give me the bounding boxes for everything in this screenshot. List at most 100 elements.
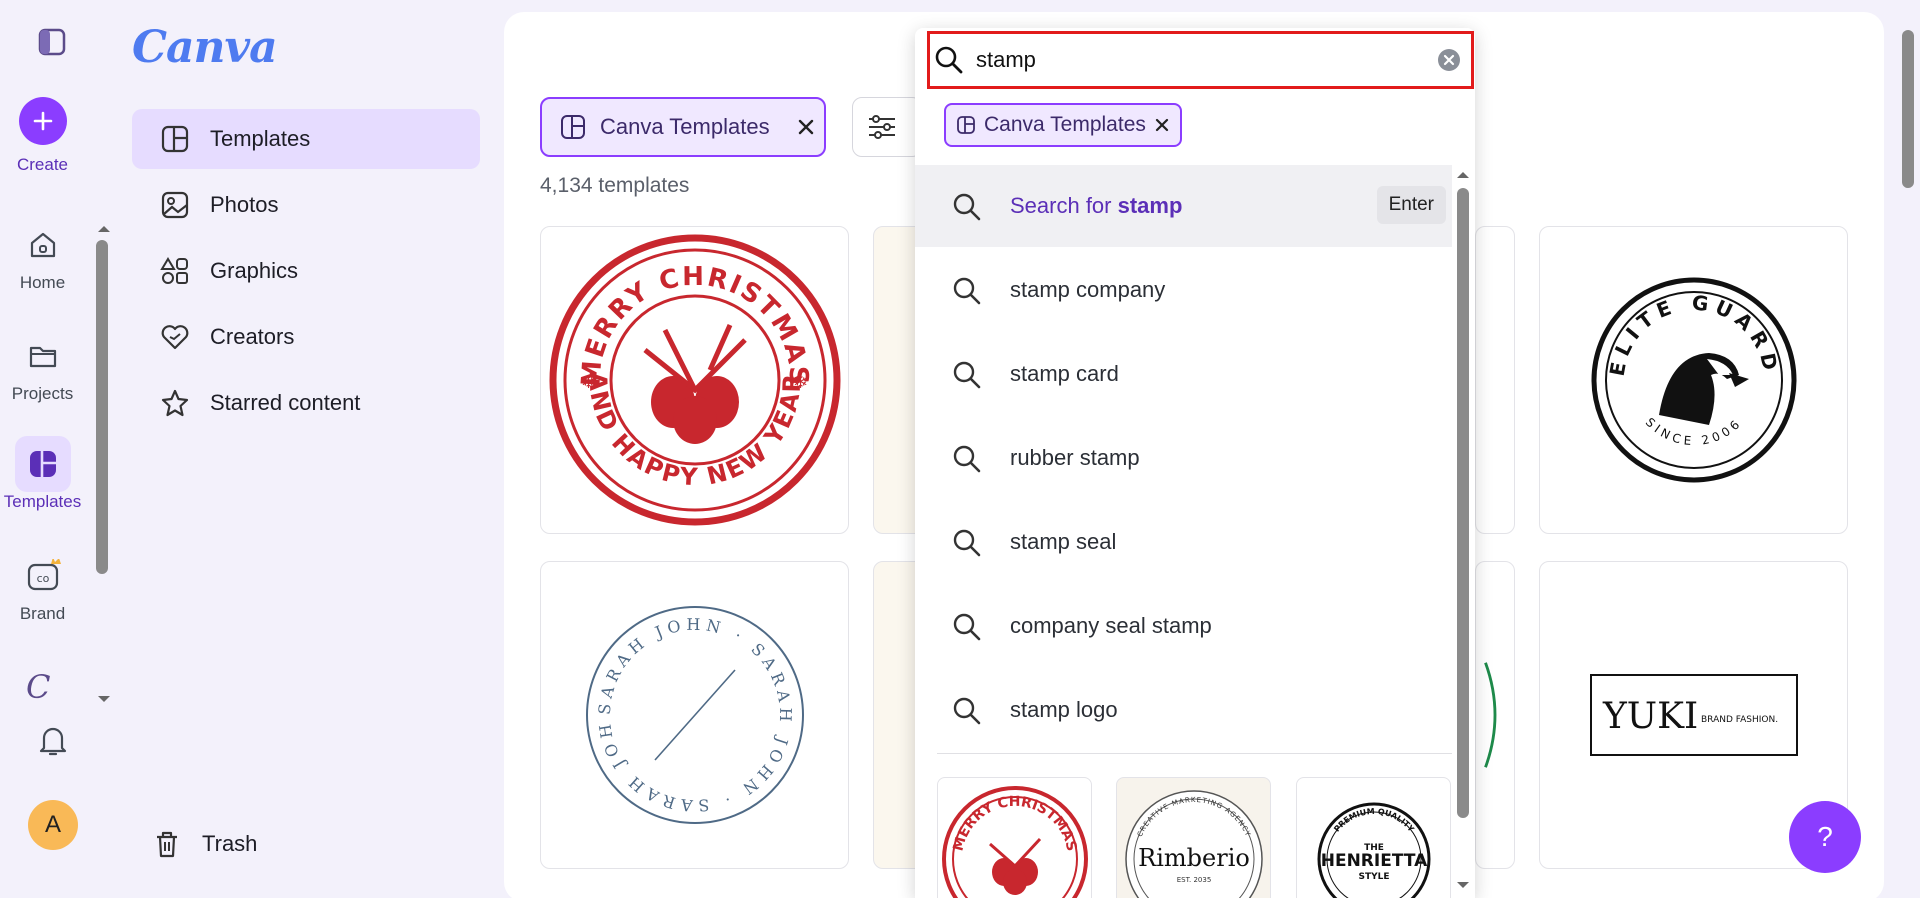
- search-filter-chip[interactable]: Canva Templates: [944, 103, 1182, 147]
- suggestion-label: stamp seal: [1010, 529, 1117, 554]
- creators-icon: [161, 325, 189, 350]
- nav-item-trash[interactable]: Trash: [124, 814, 472, 874]
- nav-item-label: Graphics: [210, 258, 299, 283]
- avatar-initial: A: [44, 811, 61, 838]
- brand-icon: co: [15, 548, 71, 604]
- search-input[interactable]: [976, 47, 1396, 73]
- yuki-logo-image: YUKI BRAND FASHION.: [1589, 674, 1798, 756]
- trash-label: Trash: [202, 831, 258, 856]
- page-scroll-thumb[interactable]: [1902, 30, 1914, 188]
- enter-key-hint: Enter: [1376, 186, 1446, 224]
- nav-item-templates[interactable]: Templates: [132, 109, 480, 169]
- christmas-stamp-image: MERRY CHRISTMAS AND HAPPY NEW YEAR ❄ ❄: [549, 234, 840, 526]
- thumb-style: STYLE: [1358, 872, 1389, 882]
- help-label: ?: [1817, 821, 1833, 852]
- thumb-title: Rimberio: [1138, 844, 1250, 872]
- sliders-icon: [869, 115, 895, 139]
- template-card[interactable]: SARAH JOHN · SARAH JOHN · SARAH JOHN ·: [540, 561, 849, 869]
- create-button[interactable]: Create: [0, 97, 85, 175]
- henrietta-logo-thumbnail: PREMIUM QUALITY THE HENRIETTA STYLE: [1317, 802, 1430, 898]
- dropdown-divider: [937, 753, 1452, 754]
- canva-logo[interactable]: Canva: [132, 22, 278, 73]
- templates-label: Templates: [3, 492, 82, 511]
- search-for-term: stamp: [1117, 193, 1183, 218]
- close-icon[interactable]: [1154, 117, 1170, 133]
- template-card[interactable]: ELITE GUARD SINCE 2006: [1539, 226, 1848, 534]
- template-card[interactable]: MERRY CHRISTMAS AND HAPPY NEW YEAR ❄ ❄: [540, 226, 849, 534]
- suggestion-item[interactable]: company seal stamp: [915, 585, 1452, 667]
- partial-green-image: [1484, 662, 1497, 768]
- templates-icon: [14, 436, 71, 492]
- template-thumbnail[interactable]: CREATIVE MARKETING AGENCY Rimberio EST. …: [1116, 777, 1271, 898]
- suggestion-label: stamp company: [1010, 277, 1166, 302]
- nav-item-starred[interactable]: Starred content: [132, 373, 480, 433]
- suggestion-label: stamp card: [1010, 361, 1119, 386]
- filter-chip-label: Canva Templates: [600, 114, 770, 139]
- filters-button[interactable]: [852, 97, 922, 157]
- suggestion-item[interactable]: stamp company: [915, 249, 1452, 331]
- trash-icon: [157, 831, 177, 858]
- projects-label: Projects: [11, 384, 74, 403]
- canva-templates-filter-chip[interactable]: Canva Templates: [540, 97, 826, 157]
- search-icon: [953, 193, 981, 221]
- search-icon: [953, 445, 981, 473]
- close-icon[interactable]: [796, 117, 816, 137]
- dropdown-scroll-thumb[interactable]: [1457, 188, 1469, 818]
- elite-guard-logo-image: ELITE GUARD SINCE 2006: [1591, 277, 1796, 483]
- search-icon: [953, 697, 981, 725]
- nav-item-label: Photos: [210, 192, 279, 217]
- nav-item-graphics[interactable]: Graphics: [132, 241, 480, 301]
- svg-text:BRAND FASHION.: BRAND FASHION.: [1701, 715, 1778, 725]
- rail-templates[interactable]: Templates: [0, 436, 85, 512]
- template-card[interactable]: [1475, 561, 1515, 869]
- rail-home[interactable]: Home: [0, 217, 85, 293]
- suggestion-label: rubber stamp: [1010, 445, 1140, 470]
- svg-text:YUKI: YUKI: [1602, 696, 1698, 737]
- search-icon: [953, 613, 981, 641]
- templates-icon: [957, 116, 975, 134]
- help-button[interactable]: ?: [1789, 801, 1861, 873]
- sidebar-toggle-icon[interactable]: [38, 28, 66, 61]
- home-icon: [15, 217, 71, 273]
- nav-item-label: Creators: [210, 324, 295, 349]
- suggestion-label: company seal stamp: [1010, 613, 1212, 638]
- rimberio-logo-thumbnail: CREATIVE MARKETING AGENCY Rimberio EST. …: [1124, 790, 1263, 898]
- template-thumbnail[interactable]: MERRY CHRISTMAS: [937, 777, 1092, 898]
- notifications-bell-icon[interactable]: [36, 722, 70, 763]
- template-count: 4,134 templates: [540, 174, 690, 197]
- search-icon: [953, 529, 981, 557]
- clear-search-icon[interactable]: [1437, 48, 1461, 72]
- star-icon: [161, 389, 189, 417]
- search-icon: [953, 277, 981, 305]
- svg-text:co: co: [36, 572, 49, 585]
- search-icon: [935, 46, 963, 74]
- plus-icon: [18, 97, 67, 145]
- rail-brand[interactable]: co Brand: [0, 548, 85, 624]
- template-thumbnail[interactable]: PREMIUM QUALITY THE HENRIETTA STYLE: [1296, 777, 1451, 898]
- suggestion-label: stamp logo: [1010, 697, 1118, 722]
- home-label: Home: [19, 273, 66, 292]
- rail-scroll-thumb[interactable]: [96, 240, 108, 574]
- suggestion-item[interactable]: rubber stamp: [915, 417, 1452, 499]
- brand-label: Brand: [19, 604, 66, 623]
- suggestion-item[interactable]: stamp card: [915, 333, 1452, 415]
- template-card[interactable]: [1475, 226, 1515, 534]
- thumb-title: HENRIETTA: [1320, 851, 1427, 871]
- suggestion-item[interactable]: stamp seal: [915, 501, 1452, 583]
- rail-projects[interactable]: Projects: [0, 328, 85, 404]
- left-rail: Create Home Projects Templates co Brand …: [0, 0, 110, 898]
- sarah-john-stamp-image: SARAH JOHN · SARAH JOHN · SARAH JOHN ·: [580, 600, 804, 824]
- suggestion-item[interactable]: stamp logo: [915, 669, 1452, 751]
- chip-label: Canva Templates: [984, 113, 1146, 136]
- christmas-stamp-thumbnail: MERRY CHRISTMAS: [941, 786, 1088, 898]
- photos-icon: [161, 191, 189, 219]
- thumb-est: EST. 2035: [1176, 876, 1211, 884]
- templates-icon: [561, 115, 585, 139]
- search-for-suggestion[interactable]: Search for stamp Enter: [915, 165, 1452, 247]
- nav-item-photos[interactable]: Photos: [132, 175, 480, 235]
- avatar[interactable]: A: [28, 800, 78, 850]
- templates-icon: [161, 125, 189, 153]
- nav-item-creators[interactable]: Creators: [132, 307, 480, 367]
- magic-icon[interactable]: C: [26, 668, 50, 706]
- search-box[interactable]: [927, 31, 1474, 89]
